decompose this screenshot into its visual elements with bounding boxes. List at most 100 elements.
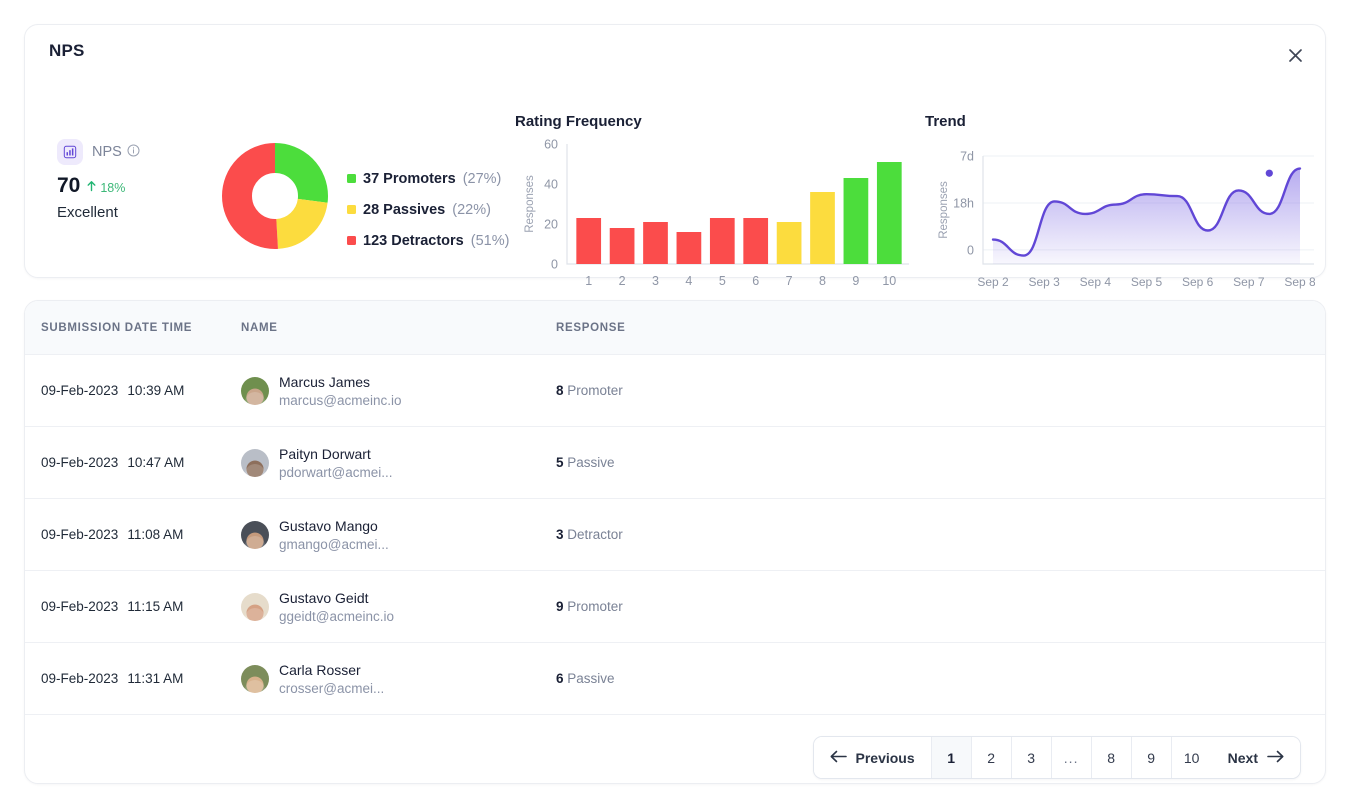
submission-date: 09-Feb-2023: [41, 455, 119, 470]
cell-name: Gustavo Geidt ggeidt@acmeinc.io: [241, 590, 556, 624]
response-category: Passive: [567, 671, 615, 686]
table-row[interactable]: 09-Feb-2023 10:47 AM Paityn Dorwart pdor…: [25, 427, 1325, 499]
cell-response: 5 Passive: [556, 455, 1309, 470]
svg-text:7d: 7d: [960, 150, 974, 164]
submission-date: 09-Feb-2023: [41, 599, 119, 614]
page-title: NPS: [49, 41, 85, 60]
response-category: Promoter: [567, 599, 623, 614]
svg-text:Responses: Responses: [524, 175, 536, 233]
pagination-next-button[interactable]: Next: [1211, 737, 1300, 778]
person-email: marcus@acmeinc.io: [279, 392, 402, 408]
svg-text:6: 6: [752, 274, 759, 288]
person-email: pdorwart@acmei...: [279, 464, 393, 480]
nps-legend: 37 Promoters (27%) 28 Passives (22%) 123…: [347, 163, 509, 256]
table-body: 09-Feb-2023 10:39 AM Marcus James marcus…: [25, 355, 1325, 715]
person-name: Gustavo Geidt: [279, 589, 369, 606]
rating-frequency-title: Rating Frequency: [515, 113, 642, 130]
legend-label: 37 Promoters: [363, 170, 456, 187]
response-score: 9: [556, 599, 564, 614]
legend-item: 123 Detractors (51%): [347, 225, 509, 256]
bar: [743, 218, 769, 264]
rating-frequency-plot: 0 20 40 60 Responses 1 2 3 4 5 6 7 8 9 10: [524, 138, 909, 288]
legend-percent: (27%): [462, 170, 502, 187]
nps-summary-card: NPS NPS 70 18% Excellent 37 Promoters (2…: [24, 24, 1326, 289]
bar: [776, 222, 802, 264]
response-category: Promoter: [567, 383, 623, 398]
legend-swatch-detractors: [347, 236, 356, 245]
metric-rating-label: Excellent: [57, 204, 118, 221]
bar: [709, 218, 735, 264]
pagination-page-10[interactable]: 10: [1171, 737, 1212, 778]
response-score: 5: [556, 455, 564, 470]
pagination-ellipsis: ...: [1051, 737, 1092, 778]
svg-text:8: 8: [819, 274, 826, 288]
svg-text:Sep 8: Sep 8: [1284, 275, 1315, 289]
svg-text:Sep 3: Sep 3: [1028, 275, 1060, 289]
cell-name: Gustavo Mango gmango@acmei...: [241, 518, 556, 552]
info-icon[interactable]: [127, 144, 140, 161]
legend-label: 28 Passives: [363, 201, 446, 218]
cell-name: Paityn Dorwart pdorwart@acmei...: [241, 446, 556, 480]
cell-submission-datetime: 09-Feb-2023 10:39 AM: [41, 383, 241, 398]
arrow-right-icon: [1267, 750, 1284, 766]
svg-text:1: 1: [585, 274, 592, 288]
avatar: [241, 592, 269, 621]
legend-item: 37 Promoters (27%): [347, 163, 509, 194]
cell-response: 3 Detractor: [556, 527, 1309, 542]
response-score: 6: [556, 671, 564, 686]
table-row[interactable]: 09-Feb-2023 10:39 AM Marcus James marcus…: [25, 355, 1325, 427]
person-email: crosser@acmei...: [279, 680, 385, 696]
cell-name: Carla Rosser crosser@acmei...: [241, 662, 556, 696]
svg-text:40: 40: [544, 178, 558, 192]
arrow-left-icon: [830, 750, 847, 766]
svg-text:18h: 18h: [953, 196, 974, 210]
svg-text:3: 3: [652, 274, 659, 288]
submission-time: 10:39 AM: [127, 383, 185, 398]
page-root: NPS NPS 70 18% Excellent 37 Promoters (2…: [0, 0, 1350, 812]
submission-date: 09-Feb-2023: [41, 671, 119, 686]
table-row[interactable]: 09-Feb-2023 11:31 AM Carla Rosser crosse…: [25, 643, 1325, 715]
svg-text:Sep 6: Sep 6: [1182, 275, 1214, 289]
person-name: Gustavo Mango: [279, 517, 378, 534]
person-email: ggeidt@acmeinc.io: [279, 608, 395, 624]
pagination-pages: 1 2 3... 8 9 10: [931, 737, 1212, 778]
pagination-page-3[interactable]: 3: [1011, 737, 1052, 778]
response-score: 8: [556, 383, 564, 398]
pagination-previous-label: Previous: [855, 749, 915, 766]
table-row[interactable]: 09-Feb-2023 11:08 AM Gustavo Mango gmang…: [25, 499, 1325, 571]
pagination-page-9[interactable]: 9: [1131, 737, 1172, 778]
cell-name: Marcus James marcus@acmeinc.io: [241, 374, 556, 408]
pagination-page-2[interactable]: 2: [971, 737, 1012, 778]
response-category: Passive: [567, 455, 615, 470]
legend-item: 28 Passives (22%): [347, 194, 509, 225]
pagination-previous-button[interactable]: Previous: [813, 737, 932, 778]
arrow-up-icon: [86, 180, 97, 195]
pagination: Previous 1 2 3... 8 9 10 Next: [812, 736, 1301, 779]
table-row[interactable]: 09-Feb-2023 11:15 AM Gustavo Geidt ggeid…: [25, 571, 1325, 643]
bar: [576, 218, 602, 264]
svg-text:9: 9: [852, 274, 859, 288]
response-category: Detractor: [567, 527, 623, 542]
submission-time: 11:08 AM: [127, 527, 184, 542]
trend-marker-dot: [1265, 169, 1273, 177]
metric-name-label: NPS: [92, 144, 122, 160]
pagination-page-8[interactable]: 8: [1091, 737, 1132, 778]
svg-text:7: 7: [786, 274, 793, 288]
submission-time: 11:31 AM: [127, 671, 184, 686]
svg-text:Sep 5: Sep 5: [1131, 275, 1163, 289]
svg-text:60: 60: [544, 138, 558, 152]
close-button[interactable]: [1281, 41, 1309, 69]
trend-chart: Trend 0 18h 7d Responses Sep 2 Sep 3 Sep 4 Sep …: [925, 113, 1316, 306]
response-score: 3: [556, 527, 564, 542]
avatar: [241, 376, 269, 405]
person-email: gmango@acmei...: [279, 536, 389, 552]
bar: [843, 178, 869, 264]
pagination-next-label: Next: [1227, 749, 1258, 766]
cell-response: 9 Promoter: [556, 599, 1309, 614]
pagination-page-1[interactable]: 1: [931, 737, 972, 778]
submission-time: 10:47 AM: [127, 455, 185, 470]
cell-submission-datetime: 09-Feb-2023 10:47 AM: [41, 455, 241, 470]
person-name: Carla Rosser: [279, 661, 361, 678]
trend-area: [993, 168, 1300, 264]
metric-delta-value: 18%: [100, 180, 126, 195]
